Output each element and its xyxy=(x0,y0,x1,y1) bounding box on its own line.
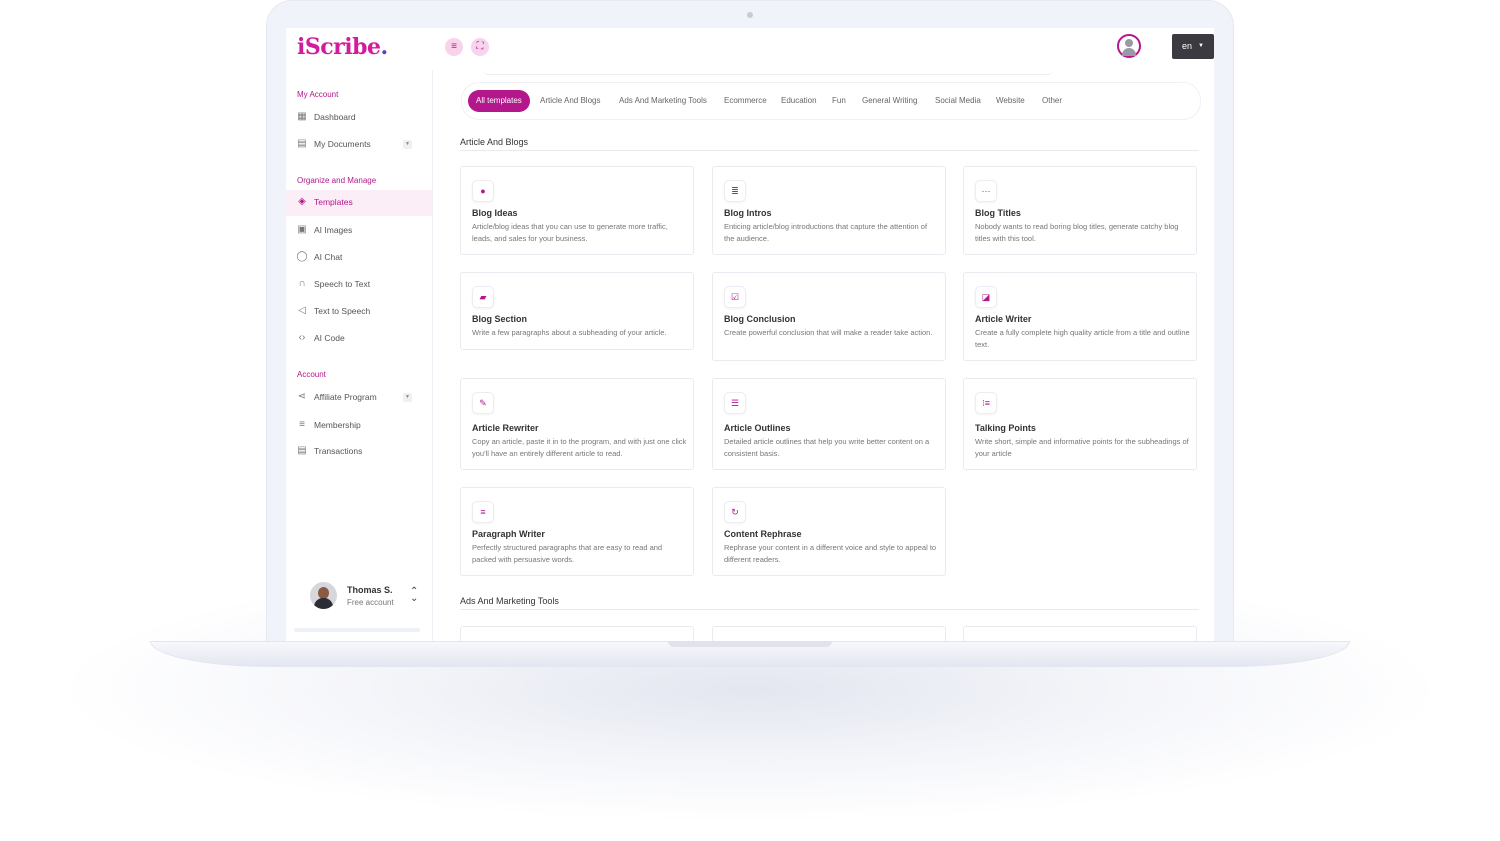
user-name: Thomas S. xyxy=(347,585,393,595)
filter-website[interactable]: Website xyxy=(996,90,1025,112)
app-logo[interactable]: iScribe. xyxy=(297,34,388,60)
avatar xyxy=(310,582,337,609)
language-selector[interactable]: en ▼ xyxy=(1172,34,1214,59)
pen-square-icon: ◪ xyxy=(975,286,997,308)
sidebar-item-membership[interactable]: ≡ Membership xyxy=(286,413,432,439)
edit-icon: ✎ xyxy=(472,392,494,414)
refresh-icon: ↻ xyxy=(724,501,746,523)
filter-social-media[interactable]: Social Media xyxy=(935,90,981,112)
receipt-icon: ▤ xyxy=(297,445,307,456)
top-header: iScribe. ≡ ⛶ en ▼ xyxy=(286,28,1214,71)
sidebar-item-dashboard[interactable]: ▦ Dashboard xyxy=(286,105,432,131)
filter-all-templates[interactable]: All templates xyxy=(468,90,530,112)
user-avatar-button[interactable] xyxy=(1117,34,1141,58)
filter-article-and-blogs[interactable]: Article And Blogs xyxy=(540,90,600,112)
fullscreen-icon: ⛶ xyxy=(476,41,484,52)
sidebar-section-title: Organize and Manage xyxy=(297,176,377,185)
sidebar-item-ai-code[interactable]: ‹› AI Code xyxy=(286,326,432,352)
divider xyxy=(460,150,1199,151)
template-card-talking-points[interactable]: ⁝≡ Talking Points Write short, simple an… xyxy=(963,378,1197,470)
code-icon: ‹› xyxy=(298,332,306,343)
book-icon: ▰ xyxy=(472,286,494,308)
template-card-blog-ideas[interactable]: ● Blog Ideas Article/blog ideas that you… xyxy=(460,166,694,255)
chevron-down-icon: ▼ xyxy=(1198,43,1204,49)
user-profile[interactable]: Thomas S. Free account ⌃ ⌄ xyxy=(310,582,425,612)
chat-icon: ◯ xyxy=(296,251,308,262)
template-card-partial[interactable] xyxy=(712,626,946,641)
chevron-updown-icon[interactable]: ⌃ ⌄ xyxy=(410,587,418,604)
sidebar-item-speech-to-text[interactable]: ∩ Speech to Text xyxy=(286,272,432,298)
menu-toggle-button[interactable]: ≡ xyxy=(445,38,463,56)
template-filter-bar: All templates Article And Blogs Ads And … xyxy=(461,82,1201,120)
main-content: All templates Article And Blogs Ads And … xyxy=(433,70,1214,641)
filter-other[interactable]: Other xyxy=(1042,90,1062,112)
filter-fun[interactable]: Fun xyxy=(832,90,846,112)
sidebar-item-affiliate-program[interactable]: ⋖ Affiliate Program ▼ xyxy=(286,385,432,411)
sidebar-item-ai-chat[interactable]: ◯ AI Chat xyxy=(286,245,432,271)
filter-education[interactable]: Education xyxy=(781,90,817,112)
align-left-icon: ≣ xyxy=(724,180,746,202)
template-card-article-rewriter[interactable]: ✎ Article Rewriter Copy an article, past… xyxy=(460,378,694,470)
user-plan: Free account xyxy=(347,598,394,607)
group-title: Ads And Marketing Tools xyxy=(460,596,559,606)
sidebar-section-title: My Account xyxy=(297,90,339,99)
template-card-blog-intros[interactable]: ≣ Blog Intros Enticing article/blog intr… xyxy=(712,166,946,255)
chevron-down-icon[interactable]: ▼ xyxy=(403,140,412,149)
app-screen: iScribe. ≡ ⛶ en ▼ My Account ▦ Dashboard… xyxy=(286,28,1214,641)
membership-icon: ≡ xyxy=(299,419,305,430)
template-card-article-writer[interactable]: ◪ Article Writer Create a fully complete… xyxy=(963,272,1197,361)
laptop-notch xyxy=(668,641,832,647)
divider xyxy=(483,70,1053,75)
speaker-icon: ◁ xyxy=(298,305,306,316)
ellipsis-icon: ··· xyxy=(975,180,997,202)
grid-icon: ▦ xyxy=(297,111,307,122)
check-square-icon: ☑ xyxy=(724,286,746,308)
document-icon: ▤ xyxy=(297,138,307,149)
template-card-blog-section[interactable]: ▰ Blog Section Write a few paragraphs ab… xyxy=(460,272,694,350)
group-title: Article And Blogs xyxy=(460,137,529,147)
template-card-blog-conclusion[interactable]: ☑ Blog Conclusion Create powerful conclu… xyxy=(712,272,946,361)
sidebar-item-transactions[interactable]: ▤ Transactions xyxy=(286,439,432,465)
template-card-blog-titles[interactable]: ··· Blog Titles Nobody wants to read bor… xyxy=(963,166,1197,255)
template-card-partial[interactable] xyxy=(460,626,694,641)
template-card-content-rephrase[interactable]: ↻ Content Rephrase Rephrase your content… xyxy=(712,487,946,576)
sidebar-item-ai-images[interactable]: ▣ AI Images xyxy=(286,218,432,244)
sidebar-item-templates[interactable]: ◈ Templates xyxy=(286,190,432,216)
filter-general-writing[interactable]: General Writing xyxy=(862,90,917,112)
speech-bubble-icon: ● xyxy=(472,180,494,202)
template-card-paragraph-writer[interactable]: ≡ Paragraph Writer Perfectly structured … xyxy=(460,487,694,576)
headphones-icon: ∩ xyxy=(298,278,306,289)
list-icon: ☰ xyxy=(724,392,746,414)
image-icon: ▣ xyxy=(297,224,307,235)
sidebar-section-title: Account xyxy=(297,370,326,379)
chevron-down-icon[interactable]: ▼ xyxy=(403,393,412,402)
sidebar-item-text-to-speech[interactable]: ◁ Text to Speech xyxy=(286,299,432,325)
sidebar-item-my-documents[interactable]: ▤ My Documents ▼ xyxy=(286,132,432,158)
share-icon: ⋖ xyxy=(297,391,307,402)
paragraph-icon: ≡ xyxy=(472,501,494,523)
sidebar: My Account ▦ Dashboard ▤ My Documents ▼ … xyxy=(286,70,433,641)
laptop-camera xyxy=(747,12,753,18)
template-card-article-outlines[interactable]: ☰ Article Outlines Detailed article outl… xyxy=(712,378,946,470)
filter-ecommerce[interactable]: Ecommerce xyxy=(724,90,767,112)
template-card-partial[interactable] xyxy=(963,626,1197,641)
sidebar-scrollbar[interactable] xyxy=(294,628,420,632)
fullscreen-button[interactable]: ⛶ xyxy=(471,38,489,56)
divider xyxy=(460,609,1199,610)
ordered-list-icon: ⁝≡ xyxy=(975,392,997,414)
filter-ads-and-marketing-tools[interactable]: Ads And Marketing Tools xyxy=(619,90,707,112)
layers-icon: ◈ xyxy=(298,196,306,207)
menu-icon: ≡ xyxy=(451,41,457,52)
